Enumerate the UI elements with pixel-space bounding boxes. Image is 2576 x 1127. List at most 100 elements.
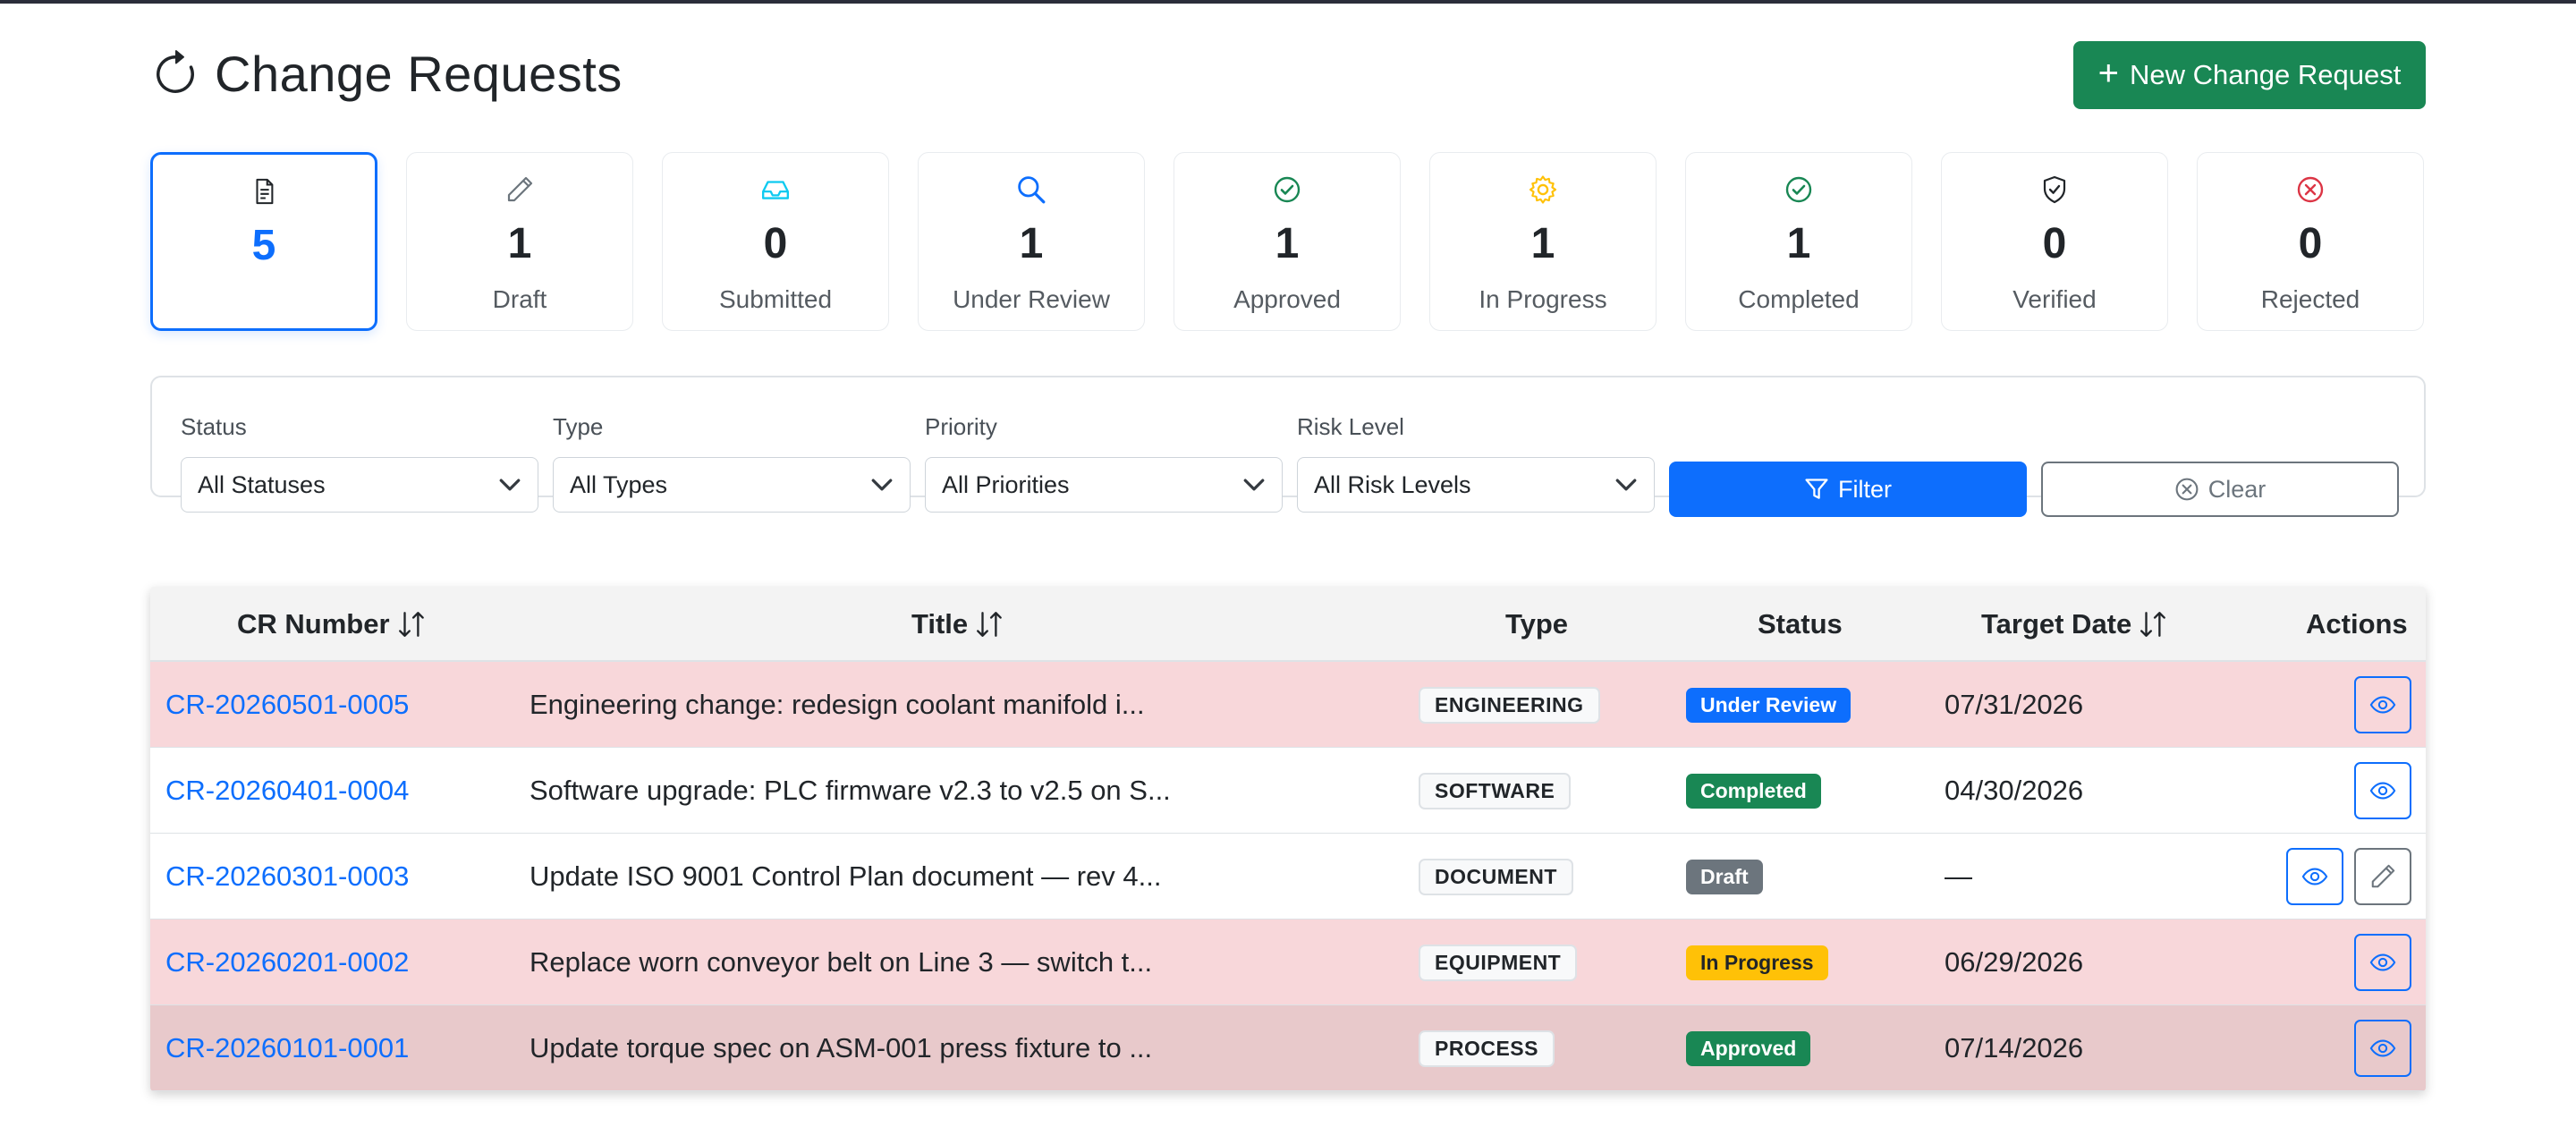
stat-label: Under Review [953, 285, 1110, 313]
chevron-down-icon [1615, 479, 1637, 491]
page: Change Requests + New Change Request 5 1 D… [150, 39, 2426, 1091]
column-status: Status [1758, 587, 1843, 662]
filter-button[interactable]: Filter [1669, 462, 2027, 517]
status-cell: Completed [1686, 748, 1821, 834]
top-border [0, 0, 2576, 4]
table-row: CR-20260401-0004 Software upgrade: PLC f… [150, 748, 2426, 834]
stat-value: 0 [2298, 220, 2323, 267]
stat-card-in-progress[interactable]: 1 In Progress [1429, 152, 1657, 331]
sort-icon [398, 612, 424, 637]
type-badge: DOCUMENT [1419, 858, 1573, 895]
risk-select[interactable]: All Risk Levels [1297, 457, 1655, 513]
check-circle-icon [1272, 174, 1302, 205]
cr-number-link[interactable]: CR-20260501-0005 [165, 689, 409, 721]
priority-select-value: All Priorities [942, 470, 1070, 498]
pencil-icon [2369, 863, 2396, 890]
table-row: CR-20260201-0002 Replace worn conveyor b… [150, 919, 2426, 1005]
clear-button-label: Clear [2207, 475, 2267, 503]
target-date-cell: 04/30/2026 [1945, 775, 2084, 806]
chevron-down-icon [1243, 479, 1265, 491]
stat-card-completed[interactable]: 1 Completed [1685, 152, 1912, 331]
stat-card-verified[interactable]: 0 Verified [1941, 152, 2168, 331]
status-badge: Under Review [1686, 687, 1852, 723]
type-cell: PROCESS [1419, 1005, 1555, 1091]
target-date-cell: 06/29/2026 [1945, 946, 2084, 978]
actions-cell [2354, 919, 2411, 1005]
column-cr-number[interactable]: CR Number [237, 587, 428, 662]
view-button[interactable] [2286, 848, 2343, 905]
status-badge: Completed [1686, 773, 1821, 809]
new-change-request-button[interactable]: + New Change Request [2073, 41, 2426, 109]
column-target-date[interactable]: Target Date [1981, 587, 2169, 662]
status-cell: Under Review [1686, 662, 1852, 748]
eye-icon [2301, 863, 2328, 890]
inbox-icon [760, 174, 791, 205]
stat-label: Verified [2012, 285, 2097, 313]
stat-card-all[interactable]: 5 [150, 152, 377, 331]
status-badge: In Progress [1686, 945, 1828, 980]
actions-cell [2286, 834, 2411, 919]
title-cell: Engineering change: redesign coolant man… [530, 689, 1145, 720]
stat-card-under-review[interactable]: 1 Under Review [918, 152, 1145, 331]
type-cell: EQUIPMENT [1419, 919, 1578, 1005]
filter-button-label: Filter [1838, 475, 1892, 503]
cr-number-link[interactable]: CR-20260201-0002 [165, 946, 409, 979]
type-filter-label: Type [553, 413, 604, 440]
stat-value: 1 [1275, 220, 1300, 267]
cr-number-link[interactable]: CR-20260301-0003 [165, 860, 409, 893]
type-cell: ENGINEERING [1419, 662, 1600, 748]
view-button[interactable] [2354, 762, 2411, 819]
pencil-icon [504, 174, 535, 205]
type-cell: SOFTWARE [1419, 748, 1572, 834]
title-cell: Replace worn conveyor belt on Line 3 — s… [530, 946, 1153, 978]
check-circle-icon [1784, 174, 1814, 205]
clear-button[interactable]: Clear [2041, 462, 2399, 517]
status-cell: In Progress [1686, 919, 1828, 1005]
title-wrap: Change Requests [150, 45, 623, 103]
target-date-cell: — [1945, 860, 1972, 892]
stat-label: Completed [1738, 285, 1860, 313]
stat-value: 1 [1786, 220, 1811, 267]
priority-filter-label: Priority [925, 413, 997, 440]
stat-label: Submitted [718, 285, 833, 313]
priority-select[interactable]: All Priorities [925, 457, 1283, 513]
new-change-request-label: New Change Request [2130, 59, 2402, 90]
column-actions: Actions [2306, 587, 2408, 662]
stat-card-rejected[interactable]: 0 Rejected [2197, 152, 2424, 331]
cr-number-link[interactable]: CR-20260401-0004 [165, 775, 409, 807]
risk-filter-label: Risk Level [1297, 413, 1404, 440]
x-circle-icon [2295, 174, 2326, 205]
status-select[interactable]: All Statuses [181, 457, 538, 513]
actions-cell [2354, 662, 2411, 748]
stat-value: 0 [763, 220, 788, 267]
cr-number-link[interactable]: CR-20260101-0001 [165, 1032, 409, 1064]
stat-value: 1 [1530, 220, 1555, 267]
column-type-label: Type [1505, 608, 1569, 640]
stat-card-approved[interactable]: 1 Approved [1174, 152, 1401, 331]
title-cell: Update torque spec on ASM-001 press fixt… [530, 1032, 1153, 1063]
change-requests-table: CR Number Title Type Status Target Date … [150, 587, 2426, 1091]
table-body: CR-20260501-0005 Engineering change: red… [150, 662, 2426, 1091]
view-button[interactable] [2354, 934, 2411, 991]
column-title[interactable]: Title [911, 587, 1005, 662]
table-header: CR Number Title Type Status Target Date … [150, 587, 2426, 662]
column-cr-number-label: CR Number [237, 608, 390, 640]
cr-number-cell: CR-20260401-0004 [165, 748, 409, 834]
type-select[interactable]: All Types [553, 457, 911, 513]
page-header: Change Requests + New Change Request [150, 39, 2426, 111]
cr-number-cell: CR-20260101-0001 [165, 1005, 409, 1091]
risk-filter-group: Risk Level All Risk Levels [1297, 413, 1655, 513]
gear-icon [1528, 174, 1558, 205]
stat-card-submitted[interactable]: 0 Submitted [662, 152, 889, 331]
view-button[interactable] [2354, 676, 2411, 733]
eye-icon [2369, 691, 2396, 718]
status-cell: Approved [1686, 1005, 1811, 1091]
view-button[interactable] [2354, 1020, 2411, 1077]
eye-icon [2369, 949, 2396, 976]
priority-filter-group: Priority All Priorities [925, 413, 1283, 513]
stat-card-draft[interactable]: 1 Draft [406, 152, 633, 331]
column-status-label: Status [1758, 608, 1843, 640]
type-badge: EQUIPMENT [1419, 944, 1578, 981]
eye-icon [2369, 777, 2396, 804]
edit-button[interactable] [2354, 848, 2411, 905]
